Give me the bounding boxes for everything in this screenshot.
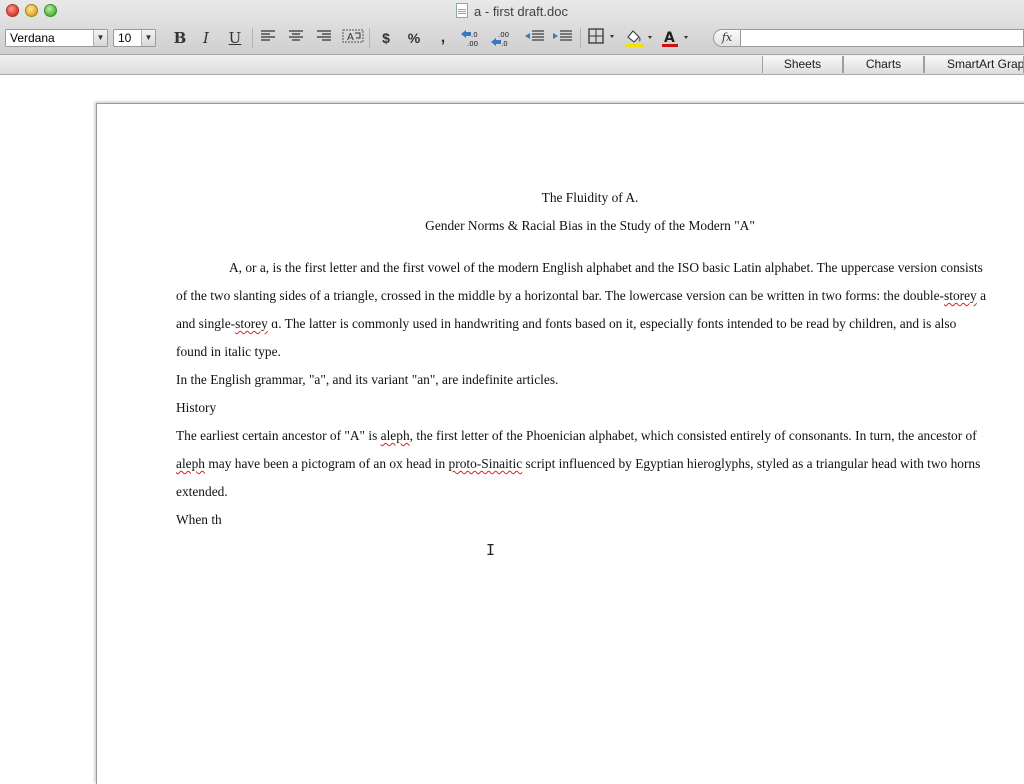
svg-text:A: A <box>347 32 354 43</box>
paragraph-line: extended. <box>176 484 228 499</box>
align-right-icon <box>317 30 331 41</box>
paragraph-line: of the two slanting sides of a triangle,… <box>176 288 986 304</box>
font-name-value: Verdana <box>10 31 55 45</box>
wrap-text-button[interactable]: A <box>342 28 364 48</box>
decrease-decimal-button[interactable]: .00.0 <box>489 28 513 48</box>
text-run: The earliest certain ancestor of "A" is <box>176 428 381 443</box>
paragraph-line: When th <box>176 512 222 527</box>
paragraph-line: A, or a, is the first letter and the fir… <box>229 260 983 275</box>
increase-decimal-icon: .0.00 <box>461 30 478 48</box>
title-toolbar-bar: a - first draft.doc Verdana ▼ 10 ▼ B I U… <box>0 0 1024 55</box>
font-color-button[interactable]: A <box>660 28 692 48</box>
toolbar-divider <box>580 28 581 48</box>
align-center-button[interactable] <box>287 28 305 48</box>
section-heading: History <box>176 400 217 415</box>
fill-color-button[interactable] <box>623 28 655 48</box>
font-color-icon: A <box>662 30 688 47</box>
misspelled-word: aleph <box>380 428 410 443</box>
tab-charts[interactable]: Charts <box>843 56 924 73</box>
fill-color-icon <box>625 30 652 47</box>
increase-decimal-button[interactable]: .0.00 <box>459 28 483 48</box>
toolbar-divider <box>369 28 370 48</box>
borders-icon <box>588 28 614 44</box>
chevron-down-icon: ▼ <box>93 30 107 46</box>
misspelled-word: storey <box>944 288 977 303</box>
paragraph-line: found in italic type. <box>176 344 281 359</box>
font-name-select[interactable]: Verdana ▼ <box>5 29 108 47</box>
tab-smartart-graphics[interactable]: SmartArt Grap <box>924 56 1024 73</box>
bold-button[interactable]: B <box>171 28 189 48</box>
paragraph-line: aleph may have been a pictogram of an ox… <box>176 456 980 472</box>
decrease-indent-button[interactable] <box>524 28 546 48</box>
misspelled-word: aleph <box>176 456 205 471</box>
font-size-value: 10 <box>118 31 132 45</box>
text-run: ɑ. The latter is commonly used in handwr… <box>267 316 957 331</box>
font-size-select[interactable]: 10 ▼ <box>113 29 156 47</box>
window-title-text: a - first draft.doc <box>474 4 568 19</box>
wrap-text-icon: A <box>342 29 364 43</box>
svg-text:A: A <box>664 30 675 46</box>
paragraph-line: The earliest certain ancestor of "A" is … <box>176 428 977 444</box>
window-title: a - first draft.doc <box>0 3 1024 19</box>
underline-button[interactable]: U <box>226 28 244 48</box>
percent-button[interactable]: % <box>405 28 423 48</box>
document-title: The Fluidity of A. <box>541 190 639 205</box>
decrease-indent-icon <box>525 30 544 41</box>
borders-button[interactable] <box>587 28 617 48</box>
text-run: may have been a pictogram of an ox head … <box>205 456 449 471</box>
paragraph-line: and single-storey ɑ. The latter is commo… <box>176 316 956 332</box>
increase-indent-button[interactable] <box>552 28 574 48</box>
svg-text:.0: .0 <box>471 31 478 39</box>
formula-input[interactable] <box>741 29 1024 47</box>
text-cursor-icon: I <box>486 541 496 559</box>
chevron-down-icon: ▼ <box>141 30 155 46</box>
align-left-icon <box>261 30 275 41</box>
gallery-tab-strip: Sheets Charts SmartArt Grap <box>0 55 1024 75</box>
italic-button[interactable]: I <box>197 28 215 48</box>
text-run: , the first letter of the Phoenician alp… <box>409 428 977 443</box>
svg-text:.0: .0 <box>501 40 508 48</box>
align-left-button[interactable] <box>259 28 277 48</box>
text-run: script influenced by Egyptian hieroglyph… <box>522 456 981 471</box>
misspelled-word: storey <box>235 316 268 331</box>
svg-text:.00: .00 <box>498 31 509 39</box>
text-run: and single- <box>176 316 236 331</box>
misspelled-word: proto-Sinaitic <box>448 456 523 471</box>
currency-button[interactable]: $ <box>377 28 395 48</box>
align-right-button[interactable] <box>315 28 333 48</box>
svg-text:.00: .00 <box>467 40 478 48</box>
tab-sheets[interactable]: Sheets <box>762 56 843 73</box>
document-icon <box>456 3 469 18</box>
text-run: of the two slanting sides of a triangle,… <box>176 288 945 303</box>
paragraph-line: In the English grammar, "a", and its var… <box>176 372 559 387</box>
text-run: a <box>976 288 987 303</box>
document-subtitle: Gender Norms & Racial Bias in the Study … <box>425 218 755 233</box>
comma-button[interactable]: , <box>434 28 452 48</box>
align-center-icon <box>289 30 303 41</box>
toolbar-divider <box>252 28 253 48</box>
increase-indent-icon <box>553 30 572 41</box>
insert-function-button[interactable]: fx <box>713 29 741 47</box>
decrease-decimal-icon: .00.0 <box>491 31 509 48</box>
